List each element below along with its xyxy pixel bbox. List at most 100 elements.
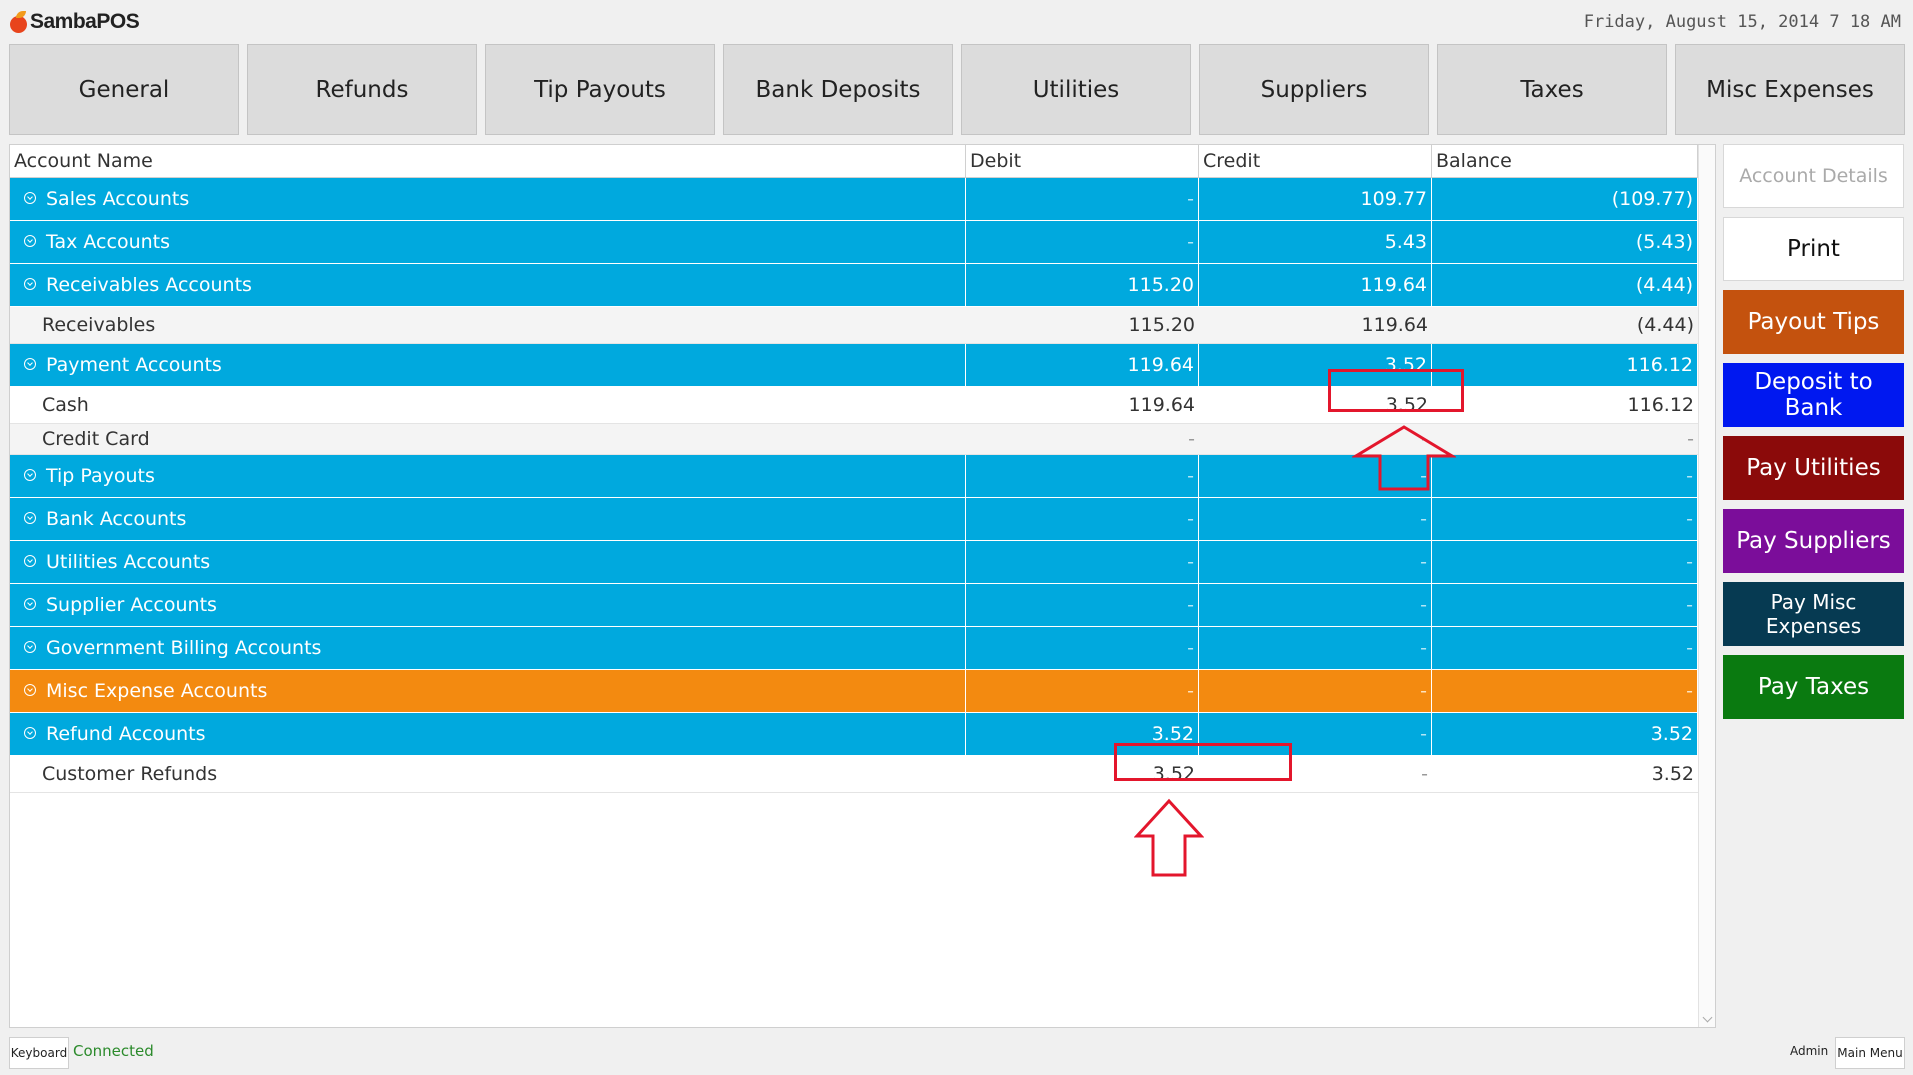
- annotation-box-cash-credit: [1328, 369, 1464, 412]
- current-user: Admin: [1790, 1044, 1829, 1058]
- credit-cell: 5.43: [1199, 221, 1432, 263]
- credit-cell: -: [1199, 498, 1432, 540]
- account-name: Utilities Accounts: [46, 551, 211, 573]
- debit-cell: 115.20: [1128, 314, 1195, 336]
- balance-cell: (4.44): [1636, 314, 1694, 336]
- account-group-row-receivables-accounts[interactable]: Receivables Accounts 115.20 119.64 (4.44): [10, 264, 1698, 307]
- expand-group-icon[interactable]: [24, 278, 36, 290]
- credit-cell: -: [1199, 584, 1432, 626]
- grid-header: Account Name Debit Credit Balance: [10, 145, 1698, 178]
- account-group-row-supplier-accounts[interactable]: Supplier Accounts - - -: [10, 584, 1698, 627]
- app-logo: SambaPOS: [10, 10, 140, 34]
- account-name-cell: Sales Accounts: [10, 178, 966, 220]
- account-group-row-refund-accounts[interactable]: Refund Accounts 3.52-3.52: [10, 713, 1698, 756]
- expand-group-icon[interactable]: [24, 555, 36, 567]
- current-datetime: Friday, August 15, 2014 7 18 AM: [1583, 12, 1901, 32]
- main-menu-button[interactable]: Main Menu: [1835, 1037, 1905, 1069]
- balance-cell: -: [1432, 670, 1698, 712]
- account-name-cell: Tip Payouts: [10, 455, 966, 497]
- balance-cell: (109.77): [1432, 178, 1698, 220]
- account-name: Supplier Accounts: [46, 594, 217, 616]
- balance-cell: (4.44): [1432, 264, 1698, 306]
- account-name-cell: Misc Expense Accounts: [10, 670, 966, 712]
- credit-cell: -: [1199, 541, 1432, 583]
- debit-cell: -: [966, 221, 1199, 263]
- account-group-row-tax-accounts[interactable]: Tax Accounts -5.43 (5.43): [10, 221, 1698, 264]
- tab-refunds[interactable]: Refunds: [247, 44, 477, 135]
- column-header-account-name[interactable]: Account Name: [10, 145, 966, 177]
- keyboard-button[interactable]: Keyboard: [9, 1037, 69, 1069]
- account-name: Receivables Accounts: [46, 274, 252, 296]
- account-name: Misc Expense Accounts: [46, 680, 268, 702]
- balance-cell: 3.52: [1651, 763, 1694, 785]
- tab-bank-deposits[interactable]: Bank Deposits: [723, 44, 953, 135]
- balance-cell: -: [1432, 584, 1698, 626]
- account-name: Credit Card: [42, 428, 150, 450]
- annotation-up-arrow-icon: [1352, 425, 1456, 491]
- tab-misc-expenses[interactable]: Misc Expenses: [1675, 44, 1905, 135]
- tab-utilities[interactable]: Utilities: [961, 44, 1191, 135]
- account-group-row-utilities-accounts[interactable]: Utilities Accounts - - -: [10, 541, 1698, 584]
- column-header-debit[interactable]: Debit: [966, 145, 1199, 177]
- debit-cell: -: [966, 498, 1199, 540]
- account-row-receivables[interactable]: Receivables 115.20 119.64 (4.44): [10, 307, 1698, 344]
- app-name: SambaPOS: [30, 10, 140, 33]
- balance-cell: -: [1687, 428, 1694, 450]
- balance-cell: 116.12: [1627, 394, 1694, 416]
- expand-group-icon[interactable]: [24, 684, 36, 696]
- pay-utilities-button[interactable]: Pay Utilities: [1723, 436, 1904, 500]
- annotation-up-arrow-icon: [1134, 798, 1204, 877]
- debit-cell: 119.64: [966, 344, 1199, 386]
- account-name-cell: Payment Accounts: [10, 344, 966, 386]
- column-header-balance[interactable]: Balance: [1432, 145, 1698, 177]
- debit-cell: -: [966, 178, 1199, 220]
- account-row-customer-refunds[interactable]: Customer Refunds 3.52-3.52: [10, 756, 1698, 793]
- credit-cell: -: [1199, 627, 1432, 669]
- account-group-row-misc-expense-accounts[interactable]: Misc Expense Accounts - - -: [10, 670, 1698, 713]
- balance-cell: -: [1432, 498, 1698, 540]
- pay-suppliers-button[interactable]: Pay Suppliers: [1723, 509, 1904, 573]
- debit-cell: 119.64: [1128, 394, 1195, 416]
- print-button[interactable]: Print: [1723, 217, 1904, 281]
- balance-cell: 3.52: [1432, 713, 1698, 755]
- credit-cell: 109.77: [1199, 178, 1432, 220]
- deposit-to-bank-button[interactable]: Deposit to Bank: [1723, 363, 1904, 427]
- debit-cell: -: [966, 670, 1199, 712]
- tab-taxes[interactable]: Taxes: [1437, 44, 1667, 135]
- balance-cell: (5.43): [1432, 221, 1698, 263]
- scroll-down-arrow-icon[interactable]: [1702, 1012, 1713, 1023]
- account-name: Customer Refunds: [42, 763, 218, 785]
- account-details-button[interactable]: Account Details: [1723, 144, 1904, 208]
- tab-general[interactable]: General: [9, 44, 239, 135]
- expand-group-icon[interactable]: [24, 512, 36, 524]
- vertical-scrollbar[interactable]: [1698, 145, 1715, 1027]
- account-name-cell: Credit Card: [10, 424, 966, 454]
- account-group-row-government-billing-accounts[interactable]: Government Billing Accounts - - -: [10, 627, 1698, 670]
- tab-suppliers[interactable]: Suppliers: [1199, 44, 1429, 135]
- column-header-credit[interactable]: Credit: [1199, 145, 1432, 177]
- expand-group-icon[interactable]: [24, 641, 36, 653]
- expand-group-icon[interactable]: [24, 727, 36, 739]
- expand-group-icon[interactable]: [24, 192, 36, 204]
- account-name: Payment Accounts: [46, 354, 222, 376]
- account-name: Sales Accounts: [46, 188, 190, 210]
- balance-cell: -: [1432, 627, 1698, 669]
- account-group-row-bank-accounts[interactable]: Bank Accounts - - -: [10, 498, 1698, 541]
- account-group-row-sales-accounts[interactable]: Sales Accounts -109.77 (109.77): [10, 178, 1698, 221]
- pay-taxes-button[interactable]: Pay Taxes: [1723, 655, 1904, 719]
- pay-misc-expenses-button[interactable]: Pay Misc Expenses: [1723, 582, 1904, 646]
- expand-group-icon[interactable]: [24, 469, 36, 481]
- account-name-cell: Receivables: [10, 307, 966, 343]
- account-name: Government Billing Accounts: [46, 637, 322, 659]
- expand-group-icon[interactable]: [24, 358, 36, 370]
- tab-tip-payouts[interactable]: Tip Payouts: [485, 44, 715, 135]
- payout-tips-button[interactable]: Payout Tips: [1723, 290, 1904, 354]
- account-name-cell: Cash: [10, 387, 966, 423]
- debit-cell: -: [966, 627, 1199, 669]
- expand-group-icon[interactable]: [24, 598, 36, 610]
- expand-group-icon[interactable]: [24, 235, 36, 247]
- account-name-cell: Tax Accounts: [10, 221, 966, 263]
- status-bar: [0, 1032, 1913, 1075]
- account-name: Receivables: [42, 314, 156, 336]
- account-name: Bank Accounts: [46, 508, 187, 530]
